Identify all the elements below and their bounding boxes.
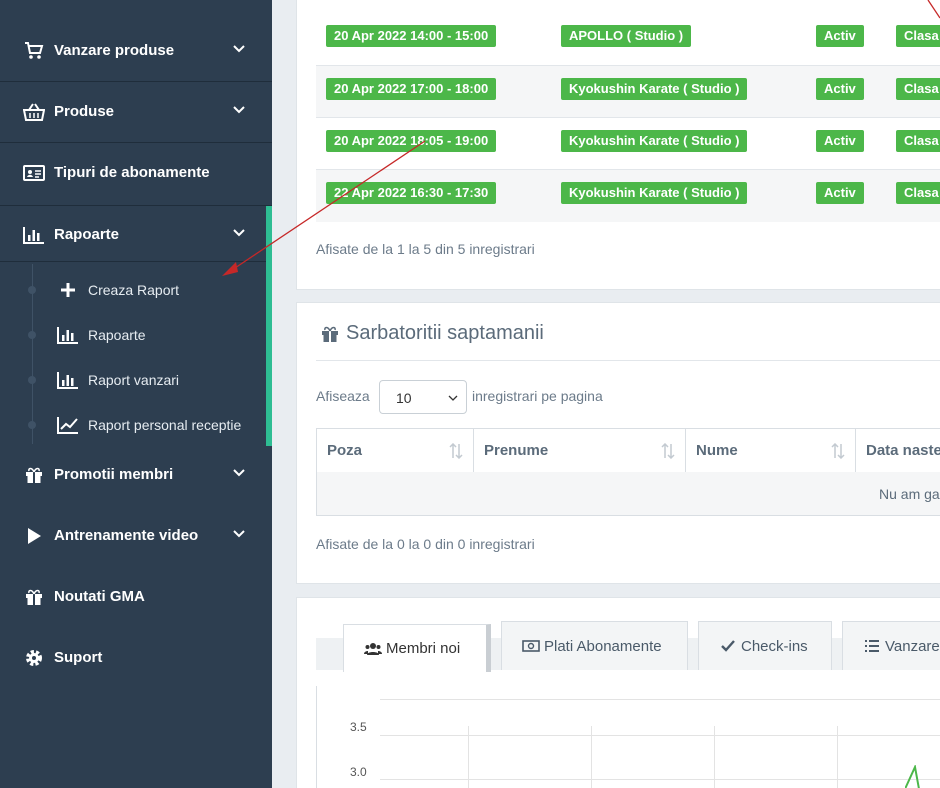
annotation-arrows xyxy=(222,0,940,276)
